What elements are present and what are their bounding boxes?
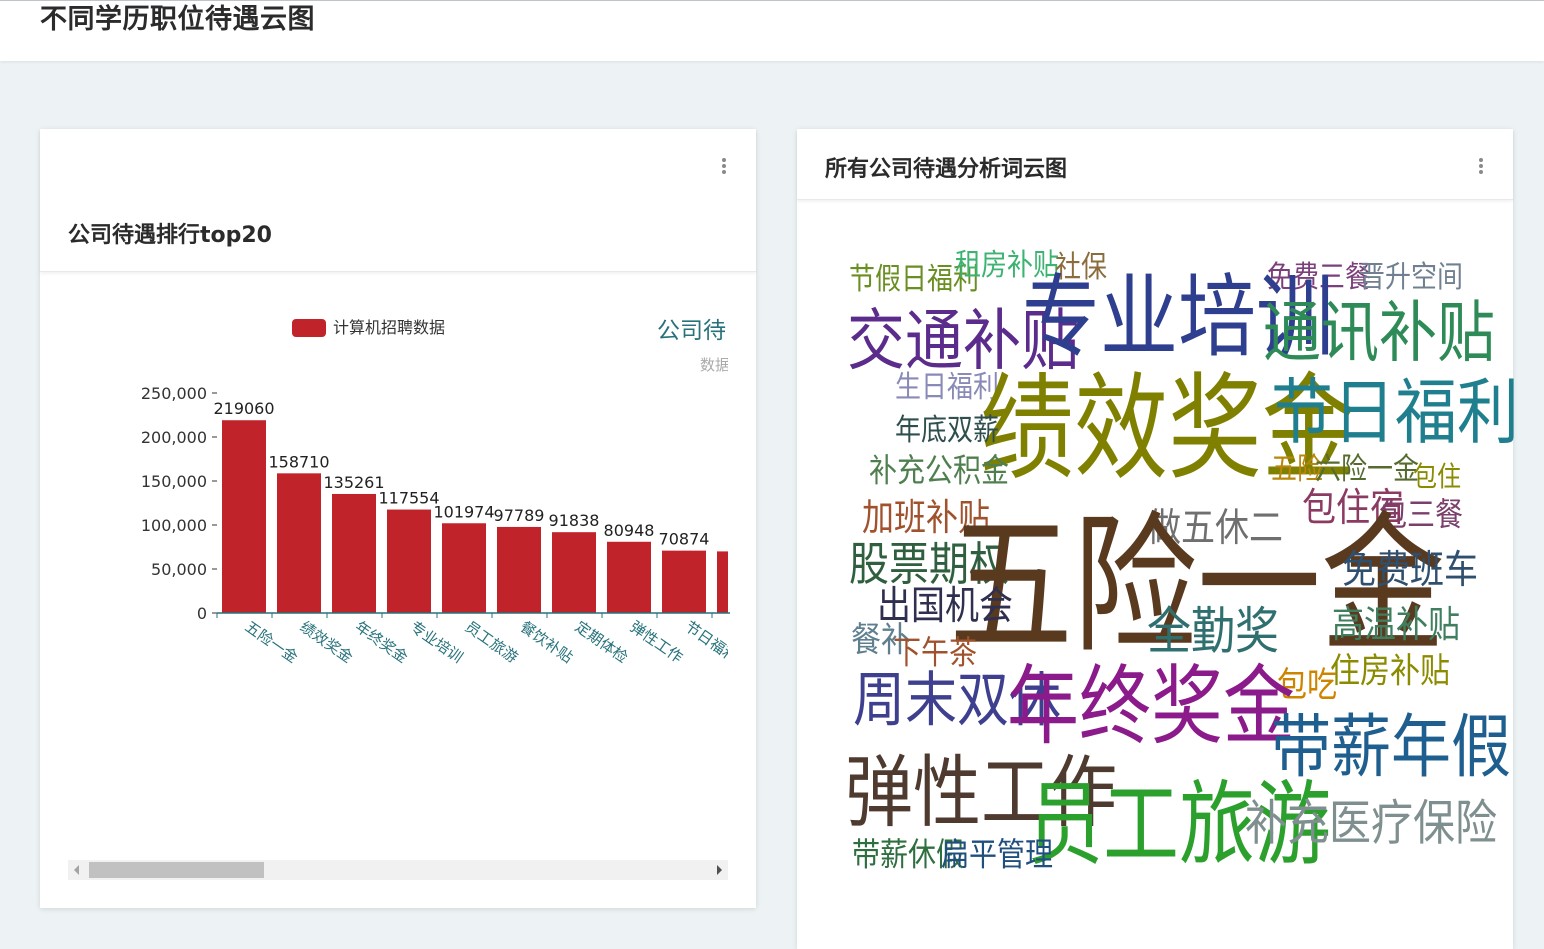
bar-data-label: 91838 [549, 511, 600, 530]
bar-data-label: 80948 [604, 521, 655, 540]
y-tick-label: 150,000 [141, 472, 207, 491]
word-cloud-term: 年终奖金 [1007, 655, 1296, 757]
word-cloud-term: 补充医疗保险 [1245, 794, 1498, 851]
bar [332, 493, 376, 613]
bar-data-label: 219060 [213, 399, 274, 418]
chart-title-group: 公司待数据 [657, 318, 730, 374]
word-cloud-term: 补充公积金 [869, 451, 1010, 490]
word-cloud-term: 年底双薪 [895, 413, 1000, 449]
scroll-left-arrow-icon[interactable] [74, 865, 79, 875]
bar-data-label: 158710 [268, 452, 329, 471]
bar [552, 532, 596, 613]
bar-data-label: 70874 [659, 530, 710, 549]
bar-data-label: 101974 [433, 502, 494, 521]
word-cloud-term: 免费班车 [1342, 547, 1478, 594]
bar [222, 420, 266, 613]
x-category-label: 年终奖金 [352, 618, 411, 667]
y-tick-label: 250,000 [141, 384, 207, 403]
top-header: 不同学历职位待遇云图 [0, 0, 1544, 61]
word-cloud-term: 下午茶 [893, 633, 978, 672]
chart-title: 公司待 [657, 318, 726, 344]
word-cloud-term: 住房补贴 [1330, 651, 1450, 692]
ranking-card: 公司待遇排行top20 219060 158710 135261 117554 1019… [40, 129, 756, 908]
scrollbar-thumb[interactable] [89, 862, 264, 878]
y-tick-label: 100,000 [141, 516, 207, 535]
bar-data-label: 97789 [494, 506, 545, 525]
chart-subtitle: 数据 [700, 356, 730, 374]
bar-data-label: 135261 [323, 473, 384, 492]
word-cloud-term: 包住 [1413, 460, 1461, 493]
bar [662, 550, 706, 613]
benefit-word-cloud: 节假日福利 租房补贴 社保 免费三餐 晋升空间 交通补贴 专业培训 通讯补贴 生日福利 绩效奖金节… [797, 129, 1519, 949]
legend-label: 计算机招聘数据 [333, 318, 445, 337]
bar [442, 523, 486, 613]
x-category-label: 弹性工作 [627, 618, 686, 667]
bar [717, 551, 728, 613]
y-tick-label: 50,000 [151, 560, 207, 579]
ranking-bar-chart: 219060 158710 135261117554101974 97789 91838… [141, 318, 749, 667]
x-category-label: 餐饮补贴 [517, 618, 576, 667]
scroll-right-arrow-icon[interactable] [717, 865, 722, 875]
x-category-label: 节日福利 [682, 618, 741, 667]
word-cloud-term: 通讯补贴 [1263, 293, 1496, 372]
bar [277, 473, 321, 613]
x-category-label: 员工旅游 [462, 618, 521, 667]
x-category-label: 专业培训 [407, 618, 466, 667]
bar-data-label: 70 [729, 530, 749, 549]
word-cloud-term: 高温补贴 [1332, 602, 1461, 647]
bar [607, 541, 651, 613]
word-cloud-term: 六险一金 [1315, 452, 1420, 488]
word-cloud-term: 全勤奖 [1147, 602, 1279, 662]
y-tick-label: 0 [197, 604, 207, 623]
x-category-label: 定期体检 [572, 618, 631, 667]
chart-horizontal-scrollbar[interactable] [68, 860, 728, 880]
page-title: 不同学历职位待遇云图 [40, 4, 315, 35]
bar-data-label: 117554 [378, 489, 439, 508]
legend-swatch [292, 319, 326, 337]
word-cloud-card: 所有公司待遇分析词云图 节假日福利 租房补贴 社保 免费三餐 晋升空间 交通补贴 专业培训通… [797, 129, 1519, 949]
y-tick-label: 200,000 [141, 428, 207, 447]
word-cloud-term: 晋升空间 [1359, 260, 1464, 296]
bar [387, 509, 431, 613]
x-category-label: 五险一金 [242, 618, 301, 667]
bar [497, 526, 541, 613]
word-cloud-term: 扁平管理 [941, 835, 1054, 874]
word-cloud-term: 节日福利 [1271, 370, 1520, 455]
x-category-label: 绩效奖金 [297, 618, 356, 667]
